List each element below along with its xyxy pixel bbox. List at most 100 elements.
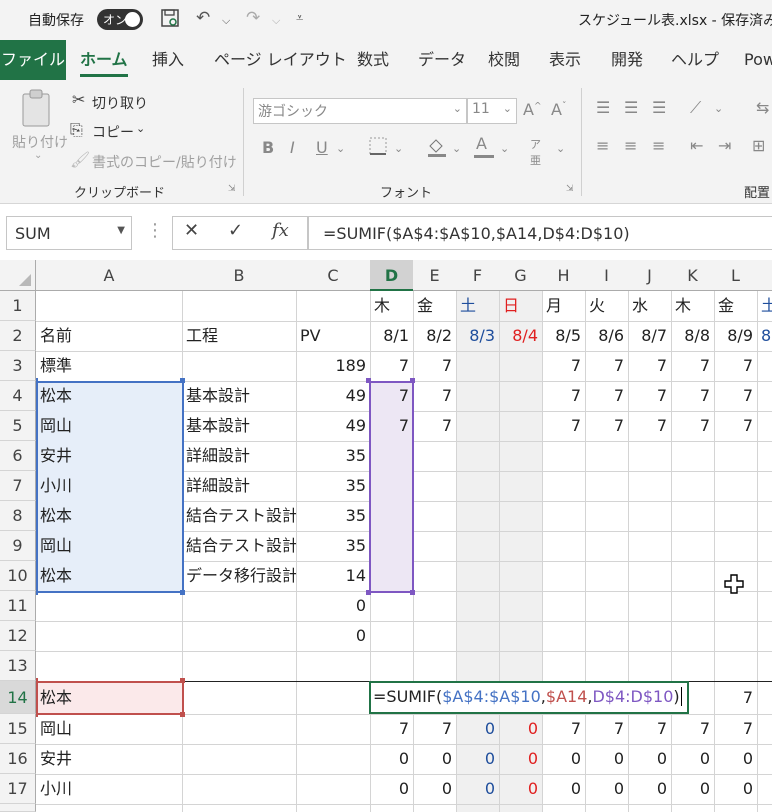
font-color-dropdown-icon[interactable]: ⌄ — [500, 142, 509, 155]
weekday-cell[interactable]: 金 — [714, 291, 757, 321]
column-header[interactable]: L — [714, 260, 758, 291]
weekday-cell-saturday[interactable]: 土 — [456, 291, 499, 321]
day-value-cell[interactable]: 7 — [370, 411, 413, 441]
weekday-cell[interactable]: 月 — [542, 291, 585, 321]
pv-cell[interactable]: 0 — [296, 621, 370, 651]
tab-power[interactable]: Pow — [744, 40, 772, 80]
font-size-box[interactable]: 11 ⌄ — [467, 98, 517, 124]
day-value-cell[interactable]: 7 — [714, 714, 757, 744]
tab-help[interactable]: ヘルプ — [671, 40, 719, 80]
day-value-cell[interactable]: 7 — [585, 351, 628, 381]
redo-icon[interactable]: ↷ — [246, 8, 260, 28]
pv-cell[interactable]: 35 — [296, 531, 370, 561]
underline-dropdown-icon[interactable]: ⌄ — [336, 142, 345, 155]
day-value-cell[interactable]: 7 — [628, 381, 671, 411]
name-cell[interactable]: 安井 — [36, 441, 182, 471]
day-value-cell[interactable]: 7 — [671, 714, 714, 744]
align-center-icon[interactable]: ≡ — [624, 136, 637, 155]
column-header[interactable]: J — [628, 260, 672, 291]
row-header[interactable] — [0, 804, 36, 812]
day-value-cell[interactable]: 0 — [671, 744, 714, 774]
day-value-cell[interactable]: 7 — [413, 411, 456, 441]
tab-data[interactable]: データ — [418, 40, 466, 80]
tab-formulas[interactable]: 数式 — [357, 40, 389, 80]
day-value-cell[interactable]: 7 — [671, 351, 714, 381]
wrap-text-icon[interactable]: ⇆ — [756, 98, 769, 117]
column-header[interactable]: C — [296, 260, 371, 291]
formula-edit-cell[interactable]: =SUMIF($A$4:$A$10,$A14,D$4:D$10) — [369, 681, 689, 714]
phonetic-icon[interactable]: ア亜 — [530, 136, 541, 168]
underline-icon[interactable]: U — [316, 138, 328, 157]
font-name-dropdown-icon[interactable]: ⌄ — [453, 102, 462, 115]
formula-input[interactable]: =SUMIF($A$4:$A$10,$A14,D$4:D$10) — [308, 216, 772, 250]
day-value-cell[interactable]: 0 — [370, 744, 413, 774]
process-cell[interactable]: データ移行設計 — [182, 561, 296, 591]
pv-cell[interactable]: 0 — [296, 591, 370, 621]
summary-name-cell[interactable]: 松本 — [36, 681, 182, 714]
row-header[interactable]: 11 — [0, 591, 36, 621]
fill-color-icon[interactable] — [426, 136, 448, 162]
weekday-cell[interactable]: 水 — [628, 291, 671, 321]
day-value-cell[interactable]: 0 — [413, 744, 456, 774]
day-value-cell[interactable]: 7 — [413, 351, 456, 381]
day-value-cell[interactable]: 7 — [714, 681, 757, 714]
day-value-cell[interactable]: 7 — [628, 411, 671, 441]
align-middle-icon[interactable]: ☰ — [624, 98, 638, 117]
date-cell[interactable]: 8/9 — [714, 321, 757, 351]
day-value-cell[interactable]: 7 — [370, 381, 413, 411]
weekday-cell-saturday[interactable]: 土 — [757, 291, 772, 321]
row-header[interactable]: 17 — [0, 774, 36, 804]
day-value-cell[interactable]: 7 — [585, 411, 628, 441]
orientation-icon[interactable]: ⟋ — [690, 98, 701, 118]
day-value-cell[interactable]: 7 — [714, 411, 757, 441]
borders-icon[interactable] — [368, 136, 388, 160]
day-value-cell[interactable]: 7 — [542, 411, 585, 441]
name-cell[interactable]: 小川 — [36, 471, 182, 501]
select-all-corner[interactable] — [0, 260, 36, 291]
weekday-cell[interactable]: 木 — [671, 291, 714, 321]
merge-center-icon[interactable]: ⊞ — [752, 136, 765, 155]
pv-cell[interactable]: 49 — [296, 381, 370, 411]
process-cell[interactable]: 結合テスト設計 — [182, 501, 296, 531]
increase-font-icon[interactable]: A^ — [523, 100, 542, 119]
pv-cell[interactable]: 35 — [296, 471, 370, 501]
column-header[interactable]: B — [182, 260, 297, 291]
pv-cell[interactable]: 14 — [296, 561, 370, 591]
day-value-cell[interactable]: 7 — [714, 351, 757, 381]
column-header[interactable]: A — [36, 260, 183, 291]
day-value-cell[interactable]: 0 — [370, 774, 413, 804]
pv-cell[interactable]: 49 — [296, 411, 370, 441]
day-value-cell[interactable]: 7 — [714, 381, 757, 411]
date-cell-sunday[interactable]: 8/4 — [499, 321, 542, 351]
day-value-cell[interactable]: 0 — [542, 744, 585, 774]
summary-name-cell[interactable]: 岡山 — [36, 714, 182, 744]
day-value-cell[interactable]: 0 — [671, 774, 714, 804]
date-cell[interactable]: 8/5 — [542, 321, 585, 351]
process-cell[interactable]: 結合テスト設計 — [182, 531, 296, 561]
day-value-cell[interactable]: 7 — [585, 381, 628, 411]
date-cell-saturday[interactable]: 8/3 — [456, 321, 499, 351]
column-header[interactable]: I — [585, 260, 629, 291]
redo-dropdown-icon[interactable]: ⌵ — [272, 14, 280, 28]
cancel-icon[interactable]: ✕ — [184, 220, 199, 241]
format-painter-button[interactable]: 書式のコピー/貼り付け — [92, 152, 237, 172]
day-value-cell[interactable]: 7 — [413, 381, 456, 411]
row-header-selected[interactable]: 14 — [0, 681, 36, 714]
weekday-cell-sunday[interactable]: 日 — [499, 291, 542, 321]
name-cell[interactable]: 松本 — [36, 501, 182, 531]
weekday-cell[interactable]: 木 — [370, 291, 413, 321]
row-header[interactable]: 15 — [0, 714, 36, 744]
day-value-cell-saturday[interactable]: 0 — [456, 774, 499, 804]
summary-name-cell[interactable]: 小川 — [36, 774, 182, 804]
pv-cell[interactable]: 35 — [296, 441, 370, 471]
day-value-cell[interactable]: 7 — [628, 714, 671, 744]
enter-icon[interactable]: ✓ — [228, 220, 243, 241]
process-cell[interactable]: 基本設計 — [182, 381, 296, 411]
decrease-font-icon[interactable]: Aˇ — [551, 100, 566, 119]
italic-icon[interactable]: I — [290, 138, 295, 157]
weekday-cell[interactable]: 金 — [413, 291, 456, 321]
day-value-cell-sunday[interactable]: 0 — [499, 744, 542, 774]
row-header[interactable]: 7 — [0, 471, 36, 501]
more-options-icon[interactable]: ⋮ — [146, 220, 164, 241]
date-cell[interactable]: 8/1 — [370, 321, 413, 351]
